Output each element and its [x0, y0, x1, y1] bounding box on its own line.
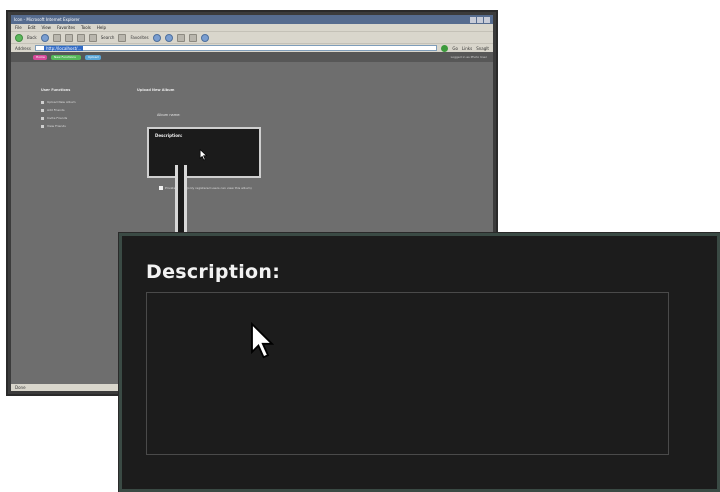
friend-icon	[41, 108, 44, 112]
mouse-cursor-icon	[199, 146, 208, 165]
go-label[interactable]: Go	[452, 46, 458, 51]
sidebar-item-upload[interactable]: Upload New Album	[41, 100, 111, 104]
sidebar-item-label: Add Friends	[47, 108, 65, 112]
back-label: Back	[27, 35, 37, 40]
favorites-icon[interactable]	[118, 33, 127, 42]
nav-upload-button[interactable]: Upload	[85, 54, 101, 60]
address-label: Address	[15, 45, 31, 51]
favorites-label[interactable]: Favorites	[130, 35, 148, 40]
address-bar: Address http://localhost/... Go Links Sn…	[11, 43, 493, 52]
mail-icon[interactable]	[176, 33, 185, 42]
back-icon[interactable]	[15, 33, 23, 42]
sidebar-item-label: View Friends	[47, 124, 66, 128]
stop-icon[interactable]	[52, 33, 61, 42]
search-label[interactable]: Search	[101, 35, 115, 40]
go-icon[interactable]	[441, 44, 449, 52]
browser-toolbar: Back Search Favorites	[11, 31, 493, 43]
address-value: http://localhost/...	[43, 46, 84, 51]
sidebar-item-invite-friends[interactable]: Invite Friends	[41, 116, 111, 120]
zoom-connector	[175, 165, 187, 237]
logged-in-text: Logged in as Photo User	[450, 55, 487, 59]
close-button[interactable]	[484, 16, 490, 23]
search-icon[interactable]	[88, 33, 97, 42]
screenshot-stage: Icon - Microsoft Internet Explorer File …	[0, 0, 720, 492]
window-title: Icon - Microsoft Internet Explorer	[14, 16, 80, 22]
invite-icon	[41, 116, 44, 120]
links-label[interactable]: Links	[462, 46, 472, 51]
menu-help[interactable]: Help	[97, 25, 106, 30]
address-input[interactable]: http://localhost/...	[34, 45, 438, 51]
media-icon[interactable]	[152, 33, 161, 42]
sidebar-item-label: Invite Friends	[47, 116, 68, 120]
forward-icon[interactable]	[40, 33, 49, 42]
window-controls	[470, 16, 490, 23]
sidebar-item-label: Upload New Album	[47, 100, 76, 104]
description-label-small: Description:	[155, 133, 183, 138]
snagit-label[interactable]: SnagIt	[476, 46, 489, 51]
site-nav: Home New Functions Upload Logged in as P…	[11, 52, 493, 62]
zoom-callout: Description:	[119, 233, 720, 492]
menu-edit[interactable]: Edit	[28, 25, 36, 30]
menu-view[interactable]: View	[41, 25, 51, 30]
print-icon[interactable]	[188, 33, 197, 42]
private-album-checkbox[interactable]	[159, 186, 163, 190]
person-icon	[41, 124, 44, 128]
mouse-cursor-icon	[250, 321, 275, 364]
menu-file[interactable]: File	[15, 25, 22, 30]
history-icon[interactable]	[164, 33, 173, 42]
sidebar-item-add-friends[interactable]: Add Friends	[41, 108, 111, 112]
refresh-icon[interactable]	[64, 33, 73, 42]
menu-bar: File Edit View Favorites Tools Help	[11, 24, 493, 31]
private-album-option[interactable]: Private album (only registered users can…	[159, 186, 252, 190]
nav-new-functions-button[interactable]: New Functions	[51, 54, 81, 60]
home-icon[interactable]	[76, 33, 85, 42]
sidebar: User Functions Upload New Album Add Frie…	[41, 88, 111, 132]
menu-tools[interactable]: Tools	[81, 25, 91, 30]
sidebar-title: User Functions	[41, 88, 71, 92]
nav-home-button[interactable]: Home	[33, 54, 47, 60]
title-bar: Icon - Microsoft Internet Explorer	[11, 15, 493, 24]
maximize-button[interactable]	[477, 16, 483, 23]
description-label: Description:	[146, 261, 281, 283]
messenger-icon[interactable]	[200, 33, 209, 42]
minimize-button[interactable]	[470, 16, 476, 23]
sidebar-item-view-friends[interactable]: View Friends	[41, 124, 111, 128]
description-textarea[interactable]	[146, 292, 669, 455]
menu-favorites[interactable]: Favorites	[57, 25, 75, 30]
album-icon	[41, 100, 44, 104]
content-title: Upload New Album	[137, 88, 175, 92]
description-box-thumbnail[interactable]: Description:	[147, 127, 261, 178]
album-name-label: Album name:	[157, 113, 181, 117]
